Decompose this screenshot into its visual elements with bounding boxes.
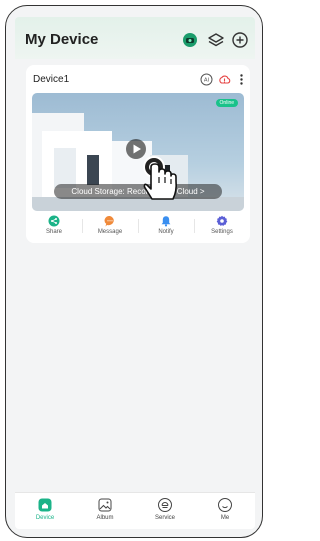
bottom-tab-bar: Device Album Service Me	[15, 492, 255, 529]
message-button[interactable]: Message	[82, 215, 138, 241]
cloud-storage-link[interactable]: Cloud Storage: Recording on Cloud >	[54, 184, 222, 199]
bell-icon	[161, 216, 171, 227]
share-button[interactable]: Share	[26, 215, 82, 241]
message-icon	[104, 215, 114, 227]
notify-label: Notify	[158, 229, 174, 235]
cloud-alert-icon[interactable]	[218, 73, 231, 86]
device-actions: Share Message Notify Settings	[26, 215, 250, 241]
profile-icon	[218, 498, 232, 512]
add-icon[interactable]	[231, 31, 249, 49]
svg-text:AI: AI	[204, 78, 210, 84]
header: My Device	[15, 17, 255, 59]
settings-button[interactable]: Settings	[194, 215, 250, 241]
tab-album[interactable]: Album	[75, 497, 135, 527]
tab-label: Service	[154, 515, 175, 521]
layers-icon[interactable]	[207, 31, 225, 49]
share-label: Share	[45, 229, 62, 235]
tab-service[interactable]: Service	[135, 497, 195, 527]
tab-device[interactable]: Device	[15, 497, 75, 527]
status-badge: Online	[215, 99, 238, 107]
app-screen: My Device Device1 AI Online Cloud Storag…	[15, 17, 255, 529]
device-status-icon[interactable]	[181, 31, 199, 49]
tab-label: Album	[96, 515, 114, 521]
phone-frame: My Device Device1 AI Online Cloud Storag…	[5, 5, 263, 538]
page-title: My Device	[25, 31, 99, 48]
tab-label: Device	[35, 515, 55, 521]
ai-icon[interactable]: AI	[200, 73, 213, 86]
device-name: Device1	[33, 74, 70, 85]
device-card[interactable]: Device1 AI Online Cloud Storage: Recordi…	[26, 65, 250, 243]
service-icon	[158, 498, 172, 512]
settings-label: Settings	[211, 229, 233, 235]
home-icon	[38, 498, 52, 512]
tab-me[interactable]: Me	[195, 497, 255, 527]
share-icon	[48, 215, 60, 227]
camera-preview[interactable]: Online Cloud Storage: Recording on Cloud…	[32, 93, 244, 211]
tab-label: Me	[220, 515, 230, 521]
more-icon[interactable]	[235, 73, 248, 86]
gear-icon	[216, 215, 228, 226]
album-icon	[98, 498, 112, 512]
notify-button[interactable]: Notify	[138, 215, 194, 241]
message-label: Message	[97, 229, 123, 235]
tap-hand-pointer	[143, 156, 177, 200]
